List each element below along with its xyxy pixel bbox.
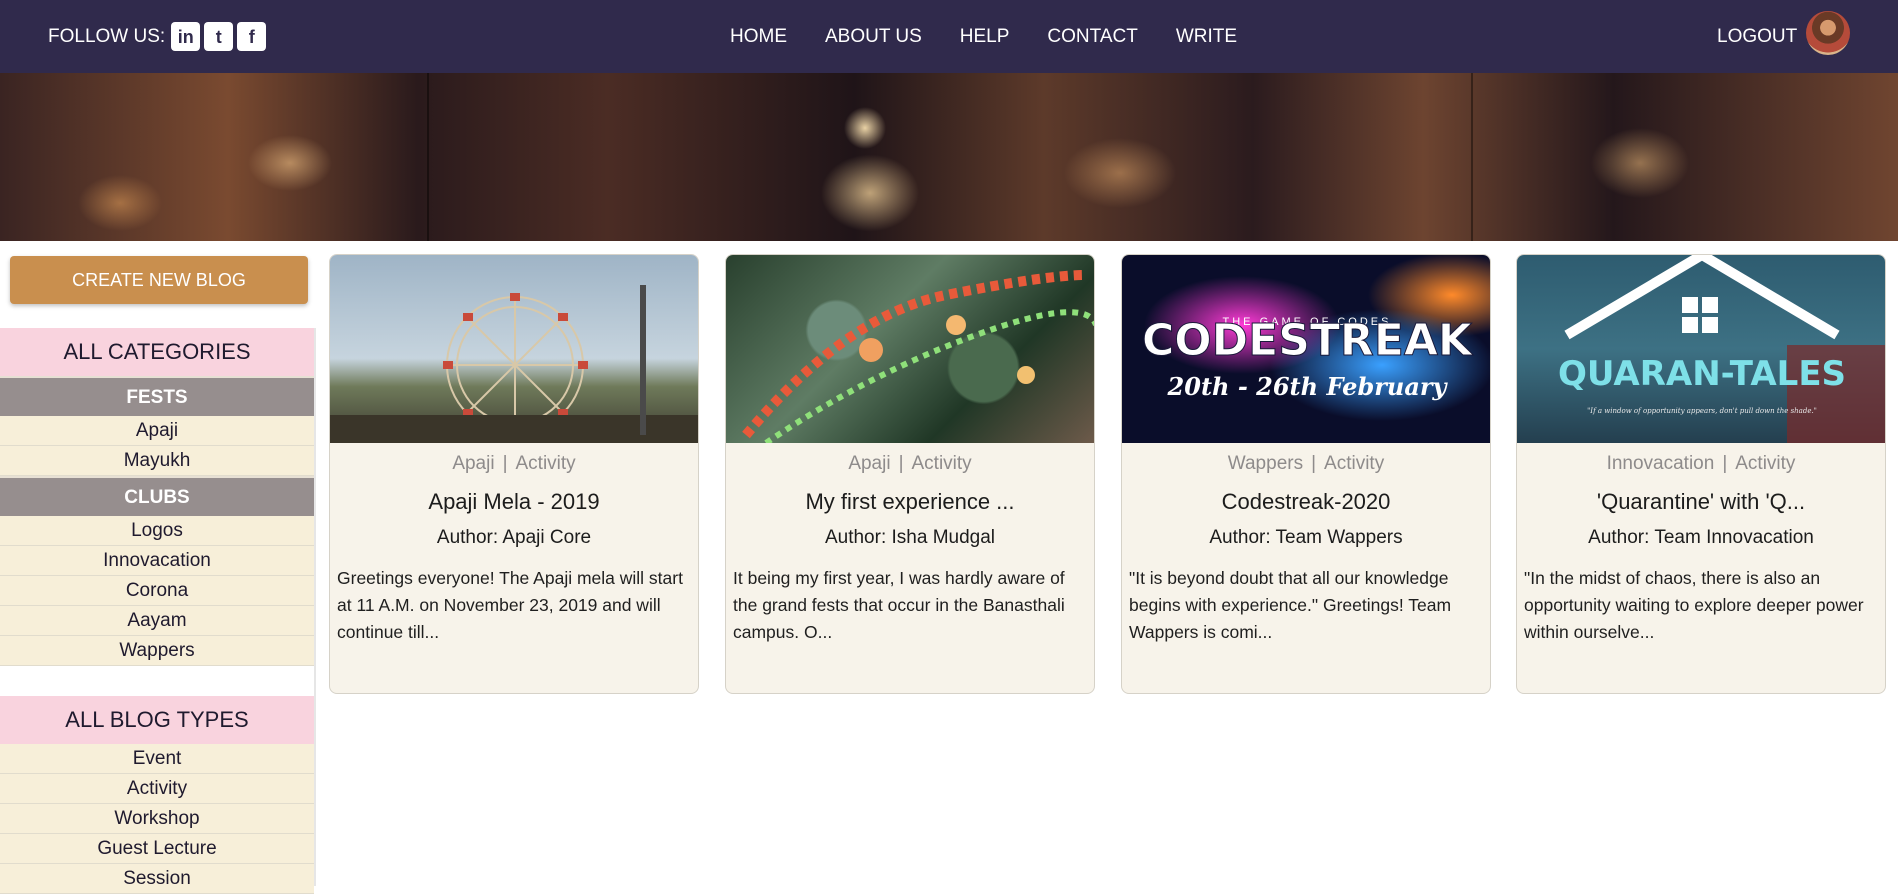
blog-card-title[interactable]: 'Quarantine' with 'Q... [1517, 489, 1885, 517]
sidebar-item-apaji[interactable]: Apaji [0, 416, 314, 446]
blog-card-author: Author: Team Wappers [1209, 527, 1403, 548]
follow-us-label: FOLLOW US: [48, 25, 166, 47]
follow-us: FOLLOW US: in t f [48, 22, 267, 51]
main-nav: HOME ABOUT US HELP CONTACT WRITE [730, 26, 1237, 48]
nav-write-link[interactable]: WRITE [1176, 26, 1237, 48]
blog-card-type: Activity [515, 453, 576, 474]
sidebar-item-logos[interactable]: Logos [0, 516, 314, 546]
blog-card-title[interactable]: Apaji Mela - 2019 [330, 489, 698, 517]
blog-card-title[interactable]: My first experience ... [726, 489, 1094, 517]
sidebar-item-activity[interactable]: Activity [0, 774, 314, 804]
blog-card[interactable]: THE GAME OF CODES CODESTREAK 20th - 26th… [1121, 254, 1491, 694]
sidebar-item-guest-lecture[interactable]: Guest Lecture [0, 834, 314, 864]
sidebar-item-workshop[interactable]: Workshop [0, 804, 314, 834]
sidebar-item-session[interactable]: Session [0, 864, 314, 894]
user-avatar[interactable] [1806, 11, 1850, 55]
banner-seam [1471, 73, 1473, 241]
nav-about-link[interactable]: ABOUT US [825, 26, 922, 48]
blog-card-category: Innovacation [1606, 453, 1715, 474]
all-categories-heading: ALL CATEGORIES [0, 328, 314, 376]
blog-card[interactable]: Apaji | Activity My first experience ... A… [725, 254, 1095, 694]
nav-contact-link[interactable]: CONTACT [1047, 26, 1137, 48]
hero-banner [0, 73, 1898, 241]
logout-link[interactable]: LOGOUT [1717, 26, 1797, 48]
blog-card-type: Activity [1324, 453, 1385, 474]
blog-card-type: Activity [911, 453, 972, 474]
create-new-blog-button[interactable]: CREATE NEW BLOG [10, 256, 308, 304]
poster-title: CODESTREAK [1142, 315, 1474, 366]
blog-card-excerpt: Greetings everyone! The Apaji mela will … [337, 568, 683, 642]
blog-card-category: Apaji [452, 453, 495, 474]
sidebar-spacer [0, 666, 314, 696]
blog-card-meta: Apaji | Activity [848, 453, 972, 474]
blog-card-excerpt: It being my first year, I was hardly awa… [733, 568, 1065, 642]
top-navbar: FOLLOW US: in t f HOME ABOUT US HELP CON… [0, 0, 1898, 73]
poster-title: QUARAN-TALES [1558, 354, 1846, 394]
banner-seam [427, 73, 429, 241]
sidebar-item-innovacation[interactable]: Innovacation [0, 546, 314, 576]
quaran-tales-poster-image: QUARAN-TALES "If a window of opportunity… [1558, 255, 1885, 443]
linkedin-icon[interactable]: in [171, 22, 201, 51]
blog-card-excerpt: "In the midst of chaos, there is also an… [1524, 568, 1864, 642]
blog-card-meta: Apaji | Activity [452, 453, 576, 474]
blog-card[interactable]: Apaji | Activity Apaji Mela - 2019 Author:… [329, 254, 699, 694]
twitter-icon[interactable]: t [204, 22, 234, 51]
sidebar: ALL CATEGORIES FESTS Apaji Mayukh CLUBS … [0, 328, 316, 894]
sidebar-item-aayam[interactable]: Aayam [0, 606, 314, 636]
blog-card-image: THE GAME OF CODES CODESTREAK 20th - 26th… [1122, 255, 1490, 443]
codestreak-poster-image: THE GAME OF CODES CODESTREAK 20th - 26th… [1141, 315, 1474, 402]
blog-card-author: Author: Isha Mudgal [824, 527, 996, 548]
blog-card-image: QUARAN-TALES "If a window of opportunity… [1517, 255, 1885, 443]
blog-card-image [726, 255, 1094, 443]
poster-dates: 20th - 26th February [1167, 372, 1449, 401]
sidebar-item-wappers[interactable]: Wappers [0, 636, 314, 666]
blog-card-author: Author: Team Innovacation [1588, 527, 1814, 548]
blog-card-category: Wappers [1227, 453, 1304, 474]
blog-card-meta: Innovacation | Activity [1606, 453, 1796, 474]
nav-help-link[interactable]: HELP [960, 26, 1010, 48]
blog-card-author: Author: Apaji Core [436, 527, 592, 548]
blog-card-excerpt: "It is beyond doubt that all our knowled… [1129, 568, 1452, 642]
blog-card-image [330, 255, 698, 443]
ferris-wheel-image [330, 285, 698, 443]
all-blog-types-heading: ALL BLOG TYPES [0, 696, 314, 744]
clubs-group-heading: CLUBS [0, 476, 314, 516]
facebook-icon[interactable]: f [237, 22, 267, 51]
poster-quote: "If a window of opportunity appears, don… [1587, 407, 1817, 415]
sidebar-item-corona[interactable]: Corona [0, 576, 314, 606]
blog-card-title[interactable]: Codestreak-2020 [1122, 489, 1490, 517]
lights-decoration-image [742, 270, 1094, 443]
blog-card[interactable]: QUARAN-TALES "If a window of opportunity… [1516, 254, 1886, 694]
blog-card-meta: Wappers | Activity [1227, 453, 1385, 474]
fests-group-heading: FESTS [0, 376, 314, 416]
sidebar-item-event[interactable]: Event [0, 744, 314, 774]
sidebar-item-mayukh[interactable]: Mayukh [0, 446, 314, 476]
nav-home-link[interactable]: HOME [730, 26, 787, 48]
blog-card-category: Apaji [848, 453, 891, 474]
blog-card-type: Activity [1735, 453, 1796, 474]
